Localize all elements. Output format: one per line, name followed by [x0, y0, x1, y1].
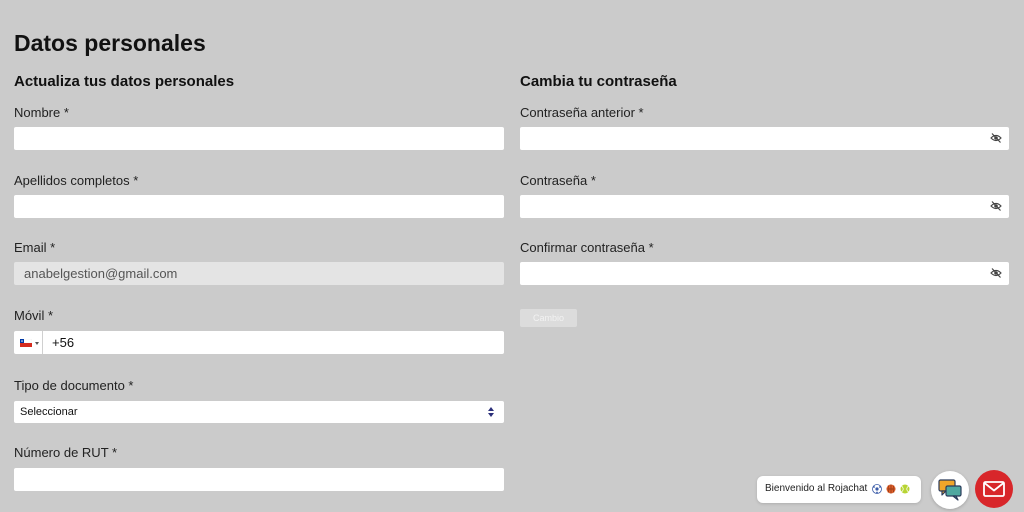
tipo-documento-label: Tipo de documento * [14, 378, 134, 393]
password-form: Cambia tu contraseña Contraseña anterior… [520, 72, 1009, 342]
email-value: anabelgestion@gmail.com [24, 266, 178, 281]
personal-data-form: Actualiza tus datos personales Nombre * … [14, 72, 504, 502]
movil-input[interactable]: +56 [14, 331, 504, 354]
old-password-input[interactable] [520, 127, 1009, 150]
tipo-documento-value: Seleccionar [20, 406, 78, 418]
select-arrows-icon [488, 407, 494, 417]
page-title: Datos personales [14, 30, 206, 56]
old-password-label: Contraseña anterior * [520, 105, 644, 120]
chat-greeting-bubble[interactable]: Bienvenido al Rojachat [757, 476, 921, 503]
email-input[interactable]: anabelgestion@gmail.com [14, 262, 504, 285]
nombre-input[interactable] [14, 127, 504, 150]
basketball-icon [886, 484, 896, 494]
chevron-down-icon [35, 342, 39, 345]
chat-bubbles-icon [938, 479, 962, 501]
soccer-ball-icon [872, 484, 882, 494]
movil-value: +56 [52, 335, 75, 350]
contact-mail-button[interactable] [975, 470, 1013, 508]
eye-slash-icon[interactable] [990, 132, 1002, 144]
tennis-ball-icon [900, 484, 910, 494]
personal-data-page: Datos personales Actualiza tus datos per… [0, 0, 1024, 512]
apellidos-input[interactable] [14, 195, 504, 218]
new-password-input[interactable] [520, 195, 1009, 218]
mail-icon [983, 481, 1005, 497]
movil-label: Móvil * [14, 308, 54, 323]
confirm-password-label: Confirmar contraseña * [520, 240, 654, 255]
apellidos-label: Apellidos completos * [14, 173, 139, 188]
personal-section-title: Actualiza tus datos personales [14, 73, 235, 90]
confirm-password-input[interactable] [520, 262, 1009, 285]
country-selector[interactable] [14, 331, 43, 354]
password-section-title: Cambia tu contraseña [520, 73, 677, 90]
rut-label: Número de RUT * [14, 445, 118, 460]
change-password-button[interactable]: Cambio [520, 309, 577, 327]
chile-flag-icon [20, 339, 32, 347]
eye-slash-icon[interactable] [990, 200, 1002, 212]
tipo-documento-select[interactable]: Seleccionar [14, 401, 504, 423]
rut-input[interactable] [14, 468, 504, 491]
nombre-label: Nombre * [14, 105, 69, 120]
chat-greeting-text: Bienvenido al Rojachat [765, 483, 868, 494]
email-label: Email * [14, 240, 56, 255]
chat-open-button[interactable] [931, 471, 969, 509]
eye-slash-icon[interactable] [990, 267, 1002, 279]
new-password-label: Contraseña * [520, 173, 596, 188]
